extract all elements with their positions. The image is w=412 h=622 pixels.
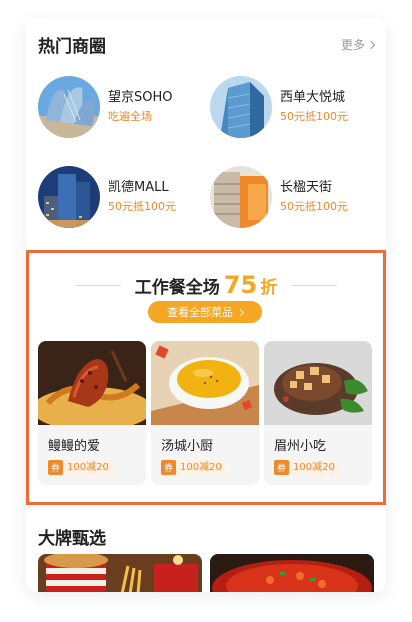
promo-discount-suffix: 折 (260, 277, 278, 298)
main-card: 热门商圈 更多 望京SOHO 吃遍全场 西单大悦城 50元抵100元 凯德MAL… (26, 18, 386, 592)
district-item-xidan-joycity[interactable]: 西单大悦城 50元抵100元 (210, 76, 380, 138)
promo-title: 工作餐全场 75 折 (29, 271, 383, 299)
district-deal: 50元抵100元 (280, 110, 348, 123)
more-label: 更多 (340, 38, 365, 52)
brands-title: 大牌甄选 (38, 529, 106, 549)
view-all-dishes-button[interactable]: 查看全部菜品 (148, 301, 262, 323)
district-deal: 吃遍全场 (108, 110, 152, 123)
district-item-capitamall[interactable]: 凯德MALL 50元抵100元 (38, 166, 208, 228)
district-thumbnail (210, 76, 272, 138)
district-thumbnail (38, 166, 100, 228)
dish-image (38, 341, 146, 425)
dish-name: 鳗鳗的爱 (48, 439, 101, 454)
district-name: 长楹天街 (280, 180, 333, 195)
dish-name: 汤城小厨 (161, 439, 214, 454)
brand-card-image[interactable] (38, 554, 202, 592)
promo-title-prefix: 工作餐全场 (134, 277, 220, 298)
coupon-amount: 100减20 (176, 460, 226, 475)
view-all-label: 查看全部菜品 (167, 306, 233, 319)
brand-card-image[interactable] (210, 554, 374, 592)
coupon-tag: 券 (48, 460, 63, 475)
coupon-badge: 券 100减20 (274, 460, 372, 475)
hot-districts-title: 热门商圈 (38, 37, 106, 57)
dish-image (151, 341, 259, 425)
dish-card[interactable]: 眉州小吃 券 100减20 (264, 341, 372, 485)
coupon-tag: 券 (274, 460, 289, 475)
district-thumbnail (210, 166, 272, 228)
district-item-wangjing-soho[interactable]: 望京SOHO 吃遍全场 (38, 76, 208, 138)
coupon-amount: 100减20 (63, 460, 113, 475)
more-link[interactable]: 更多 (340, 36, 376, 53)
lunch-promo-section: 工作餐全场 75 折 查看全部菜品 鳗鳗的爱 券 100减20 汤城小厨 券 1… (26, 250, 386, 505)
divider-line (74, 284, 121, 286)
dish-card[interactable]: 鳗鳗的爱 券 100减20 (38, 341, 146, 485)
district-thumbnail (38, 76, 100, 138)
dish-name: 眉州小吃 (274, 439, 327, 454)
hot-districts-header: 热门商圈 更多 (38, 32, 376, 57)
district-name: 西单大悦城 (280, 90, 346, 105)
district-name: 凯德MALL (108, 180, 169, 195)
coupon-tag: 券 (161, 460, 176, 475)
chevron-right-icon (366, 40, 376, 49)
chevron-right-icon (236, 308, 245, 316)
district-deal: 50元抵100元 (108, 200, 176, 213)
promo-discount: 75 (223, 271, 258, 299)
district-name: 望京SOHO (108, 90, 173, 105)
divider-line (291, 284, 338, 286)
coupon-amount: 100减20 (289, 460, 339, 475)
dish-image (264, 341, 372, 425)
district-item-changying[interactable]: 长楹天街 50元抵100元 (210, 166, 380, 228)
district-deal: 50元抵100元 (280, 200, 348, 213)
dish-card[interactable]: 汤城小厨 券 100减20 (151, 341, 259, 485)
coupon-badge: 券 100减20 (161, 460, 259, 475)
coupon-badge: 券 100减20 (48, 460, 146, 475)
